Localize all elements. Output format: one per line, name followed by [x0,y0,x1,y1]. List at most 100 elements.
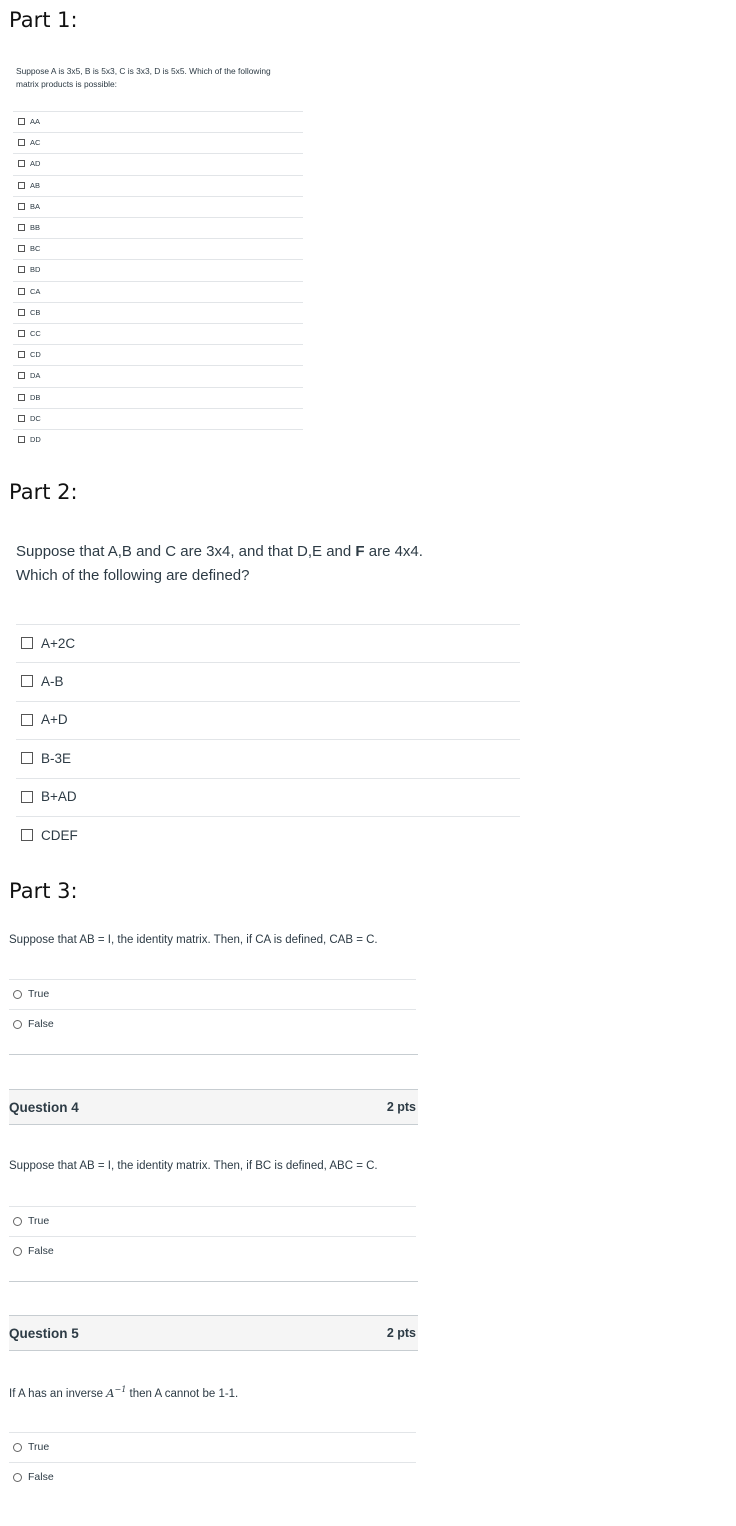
checkbox-icon[interactable] [21,713,33,726]
radio-icon[interactable] [13,989,22,999]
part2-option-3[interactable]: B-3E [21,739,71,777]
checkbox-icon[interactable] [18,287,25,295]
question5-math-exp: −1 [114,1385,127,1394]
part1-option-7[interactable]: BD [18,259,40,280]
part1-option-2[interactable]: AD [18,153,40,174]
part1-option-1[interactable]: AC [18,132,40,153]
checkbox-icon[interactable] [18,393,25,401]
part1-option-label: DB [30,392,41,402]
part3-option-0[interactable]: True [13,979,49,1009]
part1-option-10[interactable]: CC [18,323,41,344]
option-divider [13,301,303,303]
option-divider [13,195,303,197]
question5-option-1[interactable]: False [13,1462,54,1492]
part3-question: Suppose that AB = I, the identity matrix… [9,934,378,946]
part1-option-13[interactable]: DB [18,387,40,408]
option-divider [9,1009,416,1010]
question5-points: 2 pts [386,1326,416,1340]
question4-option-label: True [28,1215,50,1227]
part1-option-3[interactable]: AB [18,175,40,196]
question4-points: 2 pts [386,1100,416,1114]
option-divider [16,739,520,741]
option-divider [13,238,303,240]
checkbox-icon[interactable] [18,181,25,189]
option-divider [9,979,416,980]
option-divider [9,1432,416,1433]
part1-option-12[interactable]: DA [18,365,40,386]
option-divider [16,700,520,702]
question4-option-label: False [28,1245,54,1257]
checkbox-icon[interactable] [18,414,25,422]
option-divider [13,386,303,388]
part2-question: Suppose that A,B and C are 3x4, and that… [16,540,536,588]
checkbox-icon[interactable] [18,330,25,337]
part1-option-15[interactable]: DD [18,429,41,450]
part1-option-11[interactable]: CD [18,344,41,365]
radio-icon[interactable] [13,1216,22,1226]
checkbox-icon[interactable] [18,245,25,253]
checkbox-icon[interactable] [18,160,25,168]
checkbox-icon[interactable] [18,351,25,359]
option-divider [13,217,303,218]
part2-option-2[interactable]: A+D [21,701,68,739]
part2-option-1[interactable]: A-B [21,662,64,700]
part1-option-0[interactable]: AA [18,111,40,132]
part2-option-label: A-B [41,673,64,689]
checkbox-icon[interactable] [18,266,25,274]
part1-option-label: BA [30,201,41,211]
part1-option-14[interactable]: DC [18,408,41,429]
option-divider [9,1236,416,1237]
part1-option-label: AC [30,138,41,148]
part1-option-6[interactable]: BC [18,238,40,259]
checkbox-icon[interactable] [21,752,33,765]
option-divider [13,280,303,282]
question5-header: Question 5 2 pts [9,1315,418,1351]
option-divider [13,174,303,176]
checkbox-icon[interactable] [18,202,25,210]
checkbox-icon[interactable] [21,790,33,803]
part2-option-4[interactable]: B+AD [21,778,77,816]
part1-option-label: DC [30,413,41,423]
question5-text-post: then A cannot be 1-1. [126,1387,239,1400]
part1-option-label: CB [30,307,41,317]
question5-option-label: False [28,1471,54,1483]
question4-text: Suppose that AB = I, the identity matrix… [9,1160,378,1172]
checkbox-icon[interactable] [18,139,25,147]
part1-option-5[interactable]: BB [18,217,40,238]
radio-icon[interactable] [13,1019,22,1029]
option-divider [16,777,520,779]
part1-option-9[interactable]: CB [18,302,40,323]
question5-option-0[interactable]: True [13,1432,49,1462]
part2-question-line2: Which of the following are defined? [16,567,250,584]
part2-question-line1-pre: Suppose that A,B and C are 3x4, and that… [16,543,356,560]
option-divider [13,153,303,155]
part1-option-label: AB [30,180,41,190]
part1-option-8[interactable]: CA [18,281,40,302]
part1-option-label: CA [30,286,41,296]
radio-icon[interactable] [13,1472,22,1482]
part2-option-5[interactable]: CDEF [21,816,78,854]
checkbox-icon[interactable] [18,372,25,380]
part3-option-1[interactable]: False [13,1009,54,1039]
checkbox-icon[interactable] [21,829,33,841]
part1-option-4[interactable]: BA [18,196,40,217]
question4-option-1[interactable]: False [13,1236,54,1266]
option-divider [9,1206,416,1207]
question4-option-0[interactable]: True [13,1206,49,1236]
option-divider [13,407,303,409]
checkbox-icon[interactable] [18,308,25,316]
part3-option-label: False [28,1018,54,1030]
radio-icon[interactable] [13,1246,22,1256]
checkbox-icon[interactable] [18,118,25,125]
part1-option-label: AD [30,159,41,169]
checkbox-icon[interactable] [18,436,25,443]
checkbox-icon[interactable] [18,224,25,231]
checkbox-icon[interactable] [21,637,33,649]
part3-option-label: True [28,988,50,1000]
part1-option-label: BC [30,244,41,254]
part1-question-line1: Suppose A is 3x5, B is 5x3, C is 3x3, D … [16,66,271,76]
radio-icon[interactable] [13,1442,22,1452]
part2-option-0[interactable]: A+2C [21,624,75,662]
checkbox-icon[interactable] [21,675,33,688]
part2-option-label: A+D [41,712,68,728]
